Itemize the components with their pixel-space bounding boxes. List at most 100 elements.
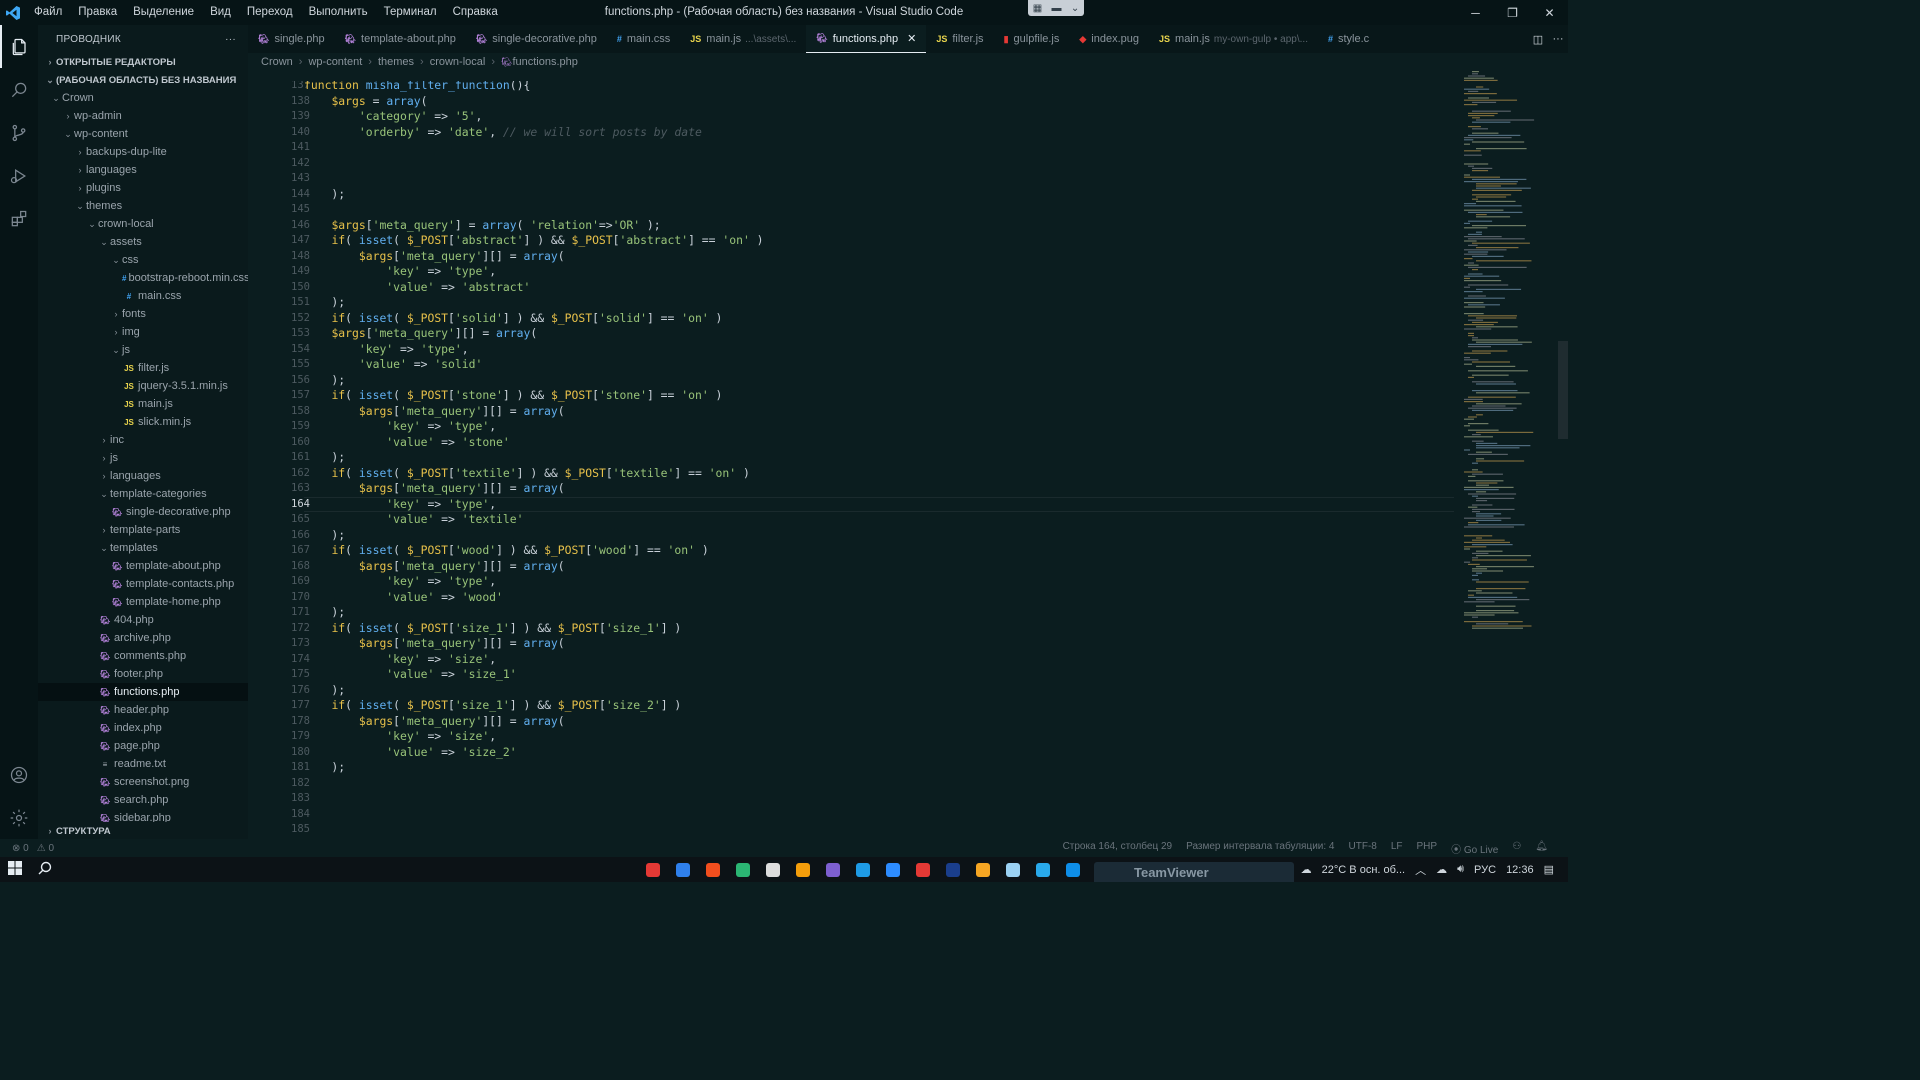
code-line[interactable]: ); (304, 373, 345, 387)
menu-item[interactable]: Выделение (125, 0, 202, 25)
tree-folder[interactable]: › inc (38, 431, 248, 449)
notes-icon[interactable] (998, 857, 1028, 882)
tree-folder[interactable]: ⌄ css (38, 251, 248, 269)
tree-folder[interactable]: › plugins (38, 179, 248, 197)
tree-file[interactable]: 🐘︎ search.php (38, 791, 248, 809)
code-line[interactable]: 'value' => 'textile' (304, 512, 523, 526)
eol[interactable]: LF (1391, 841, 1403, 856)
tree-file[interactable]: 🐘︎ header.php (38, 701, 248, 719)
code-line[interactable]: 'key' => 'type', (304, 574, 496, 588)
source-control-icon[interactable] (0, 111, 38, 154)
tree-file[interactable]: JS slick.min.js (38, 413, 248, 431)
tab-style-c[interactable]: # style.c (1318, 25, 1379, 53)
tree-file[interactable]: 🐘︎ footer.php (38, 665, 248, 683)
windows-start-icon[interactable] (0, 861, 30, 878)
code-line[interactable]: 'value' => 'wood' (304, 590, 503, 604)
code-line[interactable]: 'value' => 'abstract' (304, 280, 530, 294)
code-line[interactable]: ); (304, 683, 345, 697)
menu-item[interactable]: Справка (445, 0, 506, 25)
more-actions-icon[interactable]: ··· (1548, 33, 1568, 45)
teamviewer-taskbar-thumb[interactable]: TeamViewer (1094, 862, 1294, 882)
skype-icon[interactable] (848, 857, 878, 882)
code-line[interactable]: 'value' => 'solid' (304, 357, 482, 371)
weather-icon[interactable]: ☁ (1301, 863, 1312, 876)
sublime-icon[interactable] (788, 857, 818, 882)
tree-file[interactable]: # bootstrap-reboot.min.css (38, 269, 248, 287)
breadcrumb-item[interactable]: wp-content (308, 56, 362, 68)
code-line[interactable]: ); (304, 295, 345, 309)
tree-file[interactable]: JS jquery-3.5.1.min.js (38, 377, 248, 395)
code-line[interactable]: if( isset( $_POST['size_1'] ) && $_POST[… (304, 621, 681, 635)
breadcrumb-item[interactable]: crown-local (430, 56, 486, 68)
clock[interactable]: 12:36 (1506, 864, 1534, 876)
figma-icon[interactable] (698, 857, 728, 882)
tree-folder[interactable]: ⌄ templates (38, 539, 248, 557)
maximize-button[interactable]: ❐ (1494, 0, 1531, 25)
encoding[interactable]: UTF-8 (1349, 841, 1377, 856)
code-line[interactable]: 'key' => 'type', (304, 419, 496, 433)
more-actions-icon[interactable]: ··· (225, 34, 236, 45)
code-line[interactable]: ); (304, 605, 345, 619)
menu-item[interactable]: Терминал (376, 0, 445, 25)
menu-item[interactable]: Выполнить (301, 0, 376, 25)
tree-folder[interactable]: ⌄ crown-local (38, 215, 248, 233)
code-line[interactable]: 'value' => 'stone' (304, 435, 509, 449)
code-line[interactable]: if( isset( $_POST['textile'] ) && $_POST… (304, 466, 749, 480)
network-icon[interactable]: ☁ (1436, 863, 1447, 876)
code-line[interactable]: if( isset( $_POST['solid'] ) && $_POST['… (304, 311, 722, 325)
tree-folder[interactable]: ⌄ themes (38, 197, 248, 215)
go-live-button[interactable]: ⦿ Go Live (1451, 841, 1498, 856)
language-mode[interactable]: PHP (1417, 841, 1438, 856)
menu-item[interactable]: Правка (70, 0, 125, 25)
tree-file[interactable]: ≡ readme.txt (38, 755, 248, 773)
tab-functions-php[interactable]: 🐘︎ functions.php ✕ (806, 25, 927, 53)
tree-folder[interactable]: › wp-admin (38, 107, 248, 125)
tab-index-pug[interactable]: ◆ index.pug (1069, 25, 1149, 53)
extensions-icon[interactable] (0, 197, 38, 240)
tree-file[interactable]: 🐘︎ screenshot.png (38, 773, 248, 791)
menu-item[interactable]: Переход (239, 0, 301, 25)
obs-icon[interactable] (758, 857, 788, 882)
open-editors-section[interactable]: › ОТКРЫТЫЕ РЕДАКТОРЫ (38, 53, 248, 71)
vertical-scrollbar[interactable] (1558, 71, 1568, 839)
tree-file[interactable]: 🐘︎ template-contacts.php (38, 575, 248, 593)
tab-main-js[interactable]: JS main.js ...\assets\... (680, 25, 806, 53)
tab-template-about-php[interactable]: 🐘︎ template-about.php (335, 25, 466, 53)
tray-chevron-icon[interactable]: ︿ (1415, 862, 1426, 878)
breadcrumb-item[interactable]: functions.php (512, 56, 577, 68)
code-line[interactable]: $args['meta_query'][] = array( (304, 249, 565, 263)
tree-folder[interactable]: › img (38, 323, 248, 341)
explorer-icon[interactable] (0, 25, 38, 68)
input-language[interactable]: РУС (1474, 864, 1496, 876)
tree-file[interactable]: 🐘︎ template-home.php (38, 593, 248, 611)
code-line[interactable]: 'value' => 'size_1' (304, 667, 516, 681)
record-icon[interactable] (908, 857, 938, 882)
tab-filter-js[interactable]: JS filter.js (926, 25, 993, 53)
chevron-down-icon[interactable]: ⌄ (1071, 3, 1079, 14)
tree-file[interactable]: 🐘︎ comments.php (38, 647, 248, 665)
tree-file[interactable]: # main.css (38, 287, 248, 305)
code-line[interactable]: ); (304, 187, 345, 201)
tab-single-decorative-php[interactable]: 🐘︎ single-decorative.php (466, 25, 607, 53)
tree-file[interactable]: 🐘︎ functions.php (38, 683, 248, 701)
teamviewer-panel[interactable]: ▦ ▬ ⌄ (1028, 0, 1084, 16)
close-tab-icon[interactable]: ✕ (907, 32, 916, 45)
code-line[interactable]: $args['meta_query'][] = array( (304, 559, 565, 573)
telegram-icon[interactable] (1028, 857, 1058, 882)
tab-gulpfile-js[interactable]: ▮ gulpfile.js (994, 25, 1070, 53)
tree-file[interactable]: JS filter.js (38, 359, 248, 377)
tree-file[interactable]: 🐘︎ page.php (38, 737, 248, 755)
search-icon[interactable] (30, 861, 60, 878)
tree-folder[interactable]: ⌄ js (38, 341, 248, 359)
split-editor-icon[interactable]: ◫ (1528, 33, 1548, 46)
menu-item[interactable]: Файл (26, 0, 70, 25)
yandex-browser-icon[interactable] (638, 857, 668, 882)
tree-folder[interactable]: ⌄ Crown (38, 89, 248, 107)
tree-folder[interactable]: › languages (38, 161, 248, 179)
structure-section[interactable]: › СТРУКТУРА (38, 822, 248, 839)
tree-folder[interactable]: › backups-dup-lite (38, 143, 248, 161)
tree-folder[interactable]: ⌄ wp-content (38, 125, 248, 143)
code-line[interactable]: 'key' => 'size', (304, 729, 496, 743)
cursor-position[interactable]: Строка 164, столбец 29 (1063, 841, 1173, 856)
tree-folder[interactable]: › template-parts (38, 521, 248, 539)
